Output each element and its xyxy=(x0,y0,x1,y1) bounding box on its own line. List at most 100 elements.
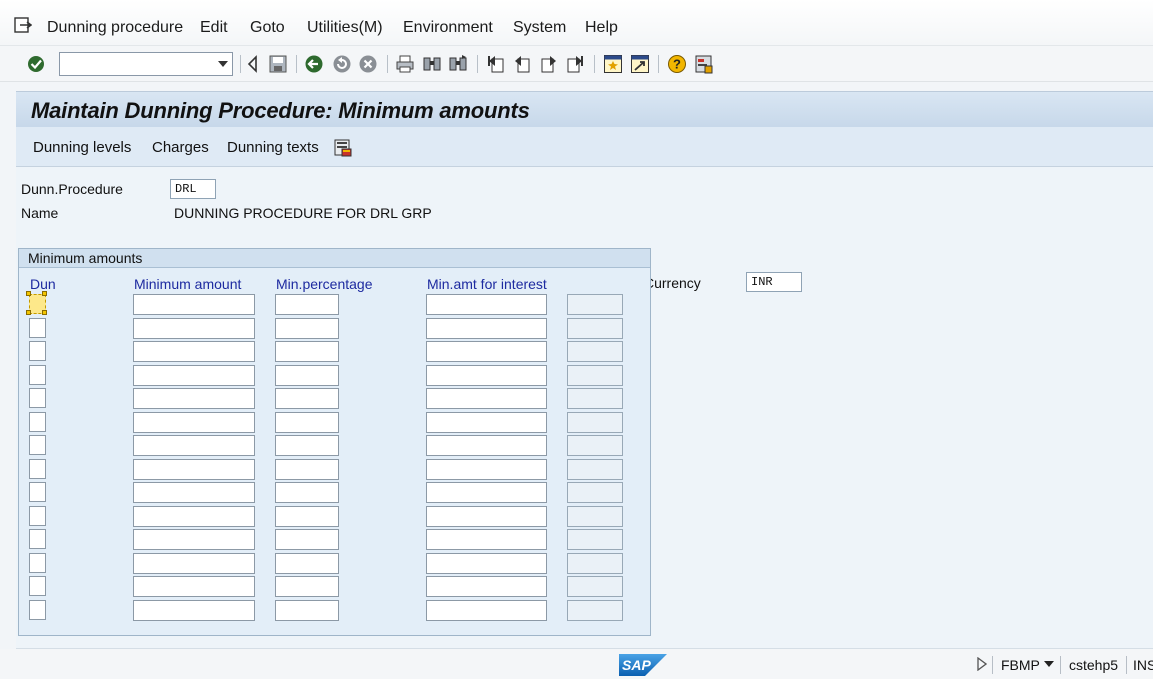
dunning-level-cell[interactable] xyxy=(29,435,46,455)
menu-help[interactable]: Help xyxy=(585,19,618,37)
back-arrow-icon[interactable] xyxy=(243,54,263,74)
interest-currency-field[interactable] xyxy=(567,365,623,386)
minimum-amount-field[interactable] xyxy=(133,412,255,433)
menu-exit-icon[interactable] xyxy=(14,17,32,33)
min-percentage-field[interactable] xyxy=(275,553,339,574)
charges-button[interactable]: Charges xyxy=(152,139,209,156)
minimum-amount-field[interactable] xyxy=(133,341,255,362)
min-amt-interest-field[interactable] xyxy=(426,435,547,456)
interest-currency-field[interactable] xyxy=(567,294,623,315)
enter-icon[interactable] xyxy=(26,54,46,74)
back-icon[interactable] xyxy=(304,54,324,74)
menu-utilities[interactable]: Utilities(M) xyxy=(307,19,383,37)
min-amt-interest-field[interactable] xyxy=(426,600,547,621)
min-amt-interest-field[interactable] xyxy=(426,294,547,315)
interest-currency-field[interactable] xyxy=(567,529,623,550)
interest-currency-field[interactable] xyxy=(567,341,623,362)
menu-edit[interactable]: Edit xyxy=(200,19,228,37)
dunning-level-cell[interactable] xyxy=(29,388,46,408)
menu-system[interactable]: System xyxy=(513,19,566,37)
min-percentage-field[interactable] xyxy=(275,506,339,527)
dunning-levels-button[interactable]: Dunning levels xyxy=(33,139,131,156)
minimum-amount-field[interactable] xyxy=(133,365,255,386)
min-percentage-field[interactable] xyxy=(275,341,339,362)
save-icon[interactable] xyxy=(268,54,288,74)
dunning-level-cell[interactable] xyxy=(29,529,46,549)
min-percentage-field[interactable] xyxy=(275,529,339,550)
min-percentage-field[interactable] xyxy=(275,318,339,339)
cancel-icon[interactable] xyxy=(358,54,378,74)
interest-currency-field[interactable] xyxy=(567,318,623,339)
minimum-amount-field[interactable] xyxy=(133,553,255,574)
min-amt-interest-field[interactable] xyxy=(426,388,547,409)
min-percentage-field[interactable] xyxy=(275,388,339,409)
min-percentage-field[interactable] xyxy=(275,482,339,503)
interest-currency-field[interactable] xyxy=(567,600,623,621)
minimum-amount-field[interactable] xyxy=(133,318,255,339)
dunning-level-cell[interactable] xyxy=(29,412,46,432)
shortcut-icon[interactable] xyxy=(630,54,650,74)
interest-currency-field[interactable] xyxy=(567,506,623,527)
min-amt-interest-field[interactable] xyxy=(426,412,547,433)
min-percentage-field[interactable] xyxy=(275,600,339,621)
minimum-amount-field[interactable] xyxy=(133,388,255,409)
next-page-icon[interactable] xyxy=(539,54,559,74)
min-amt-interest-field[interactable] xyxy=(426,553,547,574)
first-page-icon[interactable] xyxy=(486,54,506,74)
dunning-level-cell[interactable] xyxy=(29,365,46,385)
dunning-level-cell[interactable] xyxy=(29,318,46,338)
chevron-down-icon[interactable] xyxy=(1044,661,1054,668)
interest-currency-field[interactable] xyxy=(567,435,623,456)
dunning-texts-button[interactable]: Dunning texts xyxy=(227,139,319,156)
min-percentage-field[interactable] xyxy=(275,365,339,386)
dunning-level-cell[interactable] xyxy=(29,553,46,573)
menu-goto[interactable]: Goto xyxy=(250,19,285,37)
currency-field[interactable]: INR xyxy=(746,272,802,292)
previous-page-icon[interactable] xyxy=(512,54,532,74)
min-percentage-field[interactable] xyxy=(275,459,339,480)
interest-currency-field[interactable] xyxy=(567,388,623,409)
help-icon[interactable]: ? xyxy=(667,54,687,74)
min-percentage-field[interactable] xyxy=(275,294,339,315)
interest-currency-field[interactable] xyxy=(567,412,623,433)
min-amt-interest-field[interactable] xyxy=(426,459,547,480)
min-amt-interest-field[interactable] xyxy=(426,529,547,550)
layout-icon[interactable] xyxy=(694,54,714,74)
find-next-icon[interactable] xyxy=(448,54,468,74)
dunning-level-cell[interactable] xyxy=(29,600,46,620)
dunning-level-cell[interactable] xyxy=(29,341,46,361)
transport-icon[interactable] xyxy=(333,138,353,158)
interest-currency-field[interactable] xyxy=(567,553,623,574)
min-percentage-field[interactable] xyxy=(275,576,339,597)
chevron-down-icon[interactable] xyxy=(218,61,228,67)
minimum-amount-field[interactable] xyxy=(133,459,255,480)
procedure-field[interactable]: DRL xyxy=(170,179,216,199)
minimum-amount-field[interactable] xyxy=(133,506,255,527)
create-session-icon[interactable] xyxy=(603,54,623,74)
min-amt-interest-field[interactable] xyxy=(426,576,547,597)
interest-currency-field[interactable] xyxy=(567,459,623,480)
exit-icon[interactable] xyxy=(332,54,352,74)
dunning-level-cell[interactable] xyxy=(29,506,46,526)
min-amt-interest-field[interactable] xyxy=(426,482,547,503)
minimum-amount-field[interactable] xyxy=(133,435,255,456)
find-icon[interactable] xyxy=(422,54,442,74)
min-percentage-field[interactable] xyxy=(275,412,339,433)
min-amt-interest-field[interactable] xyxy=(426,506,547,527)
command-input[interactable] xyxy=(60,53,210,75)
menu-dunning-procedure[interactable]: Dunning procedure xyxy=(47,19,183,37)
dunning-level-cell[interactable] xyxy=(29,576,46,596)
min-amt-interest-field[interactable] xyxy=(426,365,547,386)
last-page-icon[interactable] xyxy=(565,54,585,74)
dunning-level-cell[interactable] xyxy=(29,459,46,479)
command-field[interactable] xyxy=(59,52,233,76)
minimum-amount-field[interactable] xyxy=(133,482,255,503)
minimum-amount-field[interactable] xyxy=(133,576,255,597)
min-amt-interest-field[interactable] xyxy=(426,341,547,362)
interest-currency-field[interactable] xyxy=(567,576,623,597)
minimum-amount-field[interactable] xyxy=(133,294,255,315)
minimum-amount-field[interactable] xyxy=(133,600,255,621)
min-amt-interest-field[interactable] xyxy=(426,318,547,339)
print-icon[interactable] xyxy=(395,54,415,74)
dunning-level-cell[interactable] xyxy=(29,482,46,502)
